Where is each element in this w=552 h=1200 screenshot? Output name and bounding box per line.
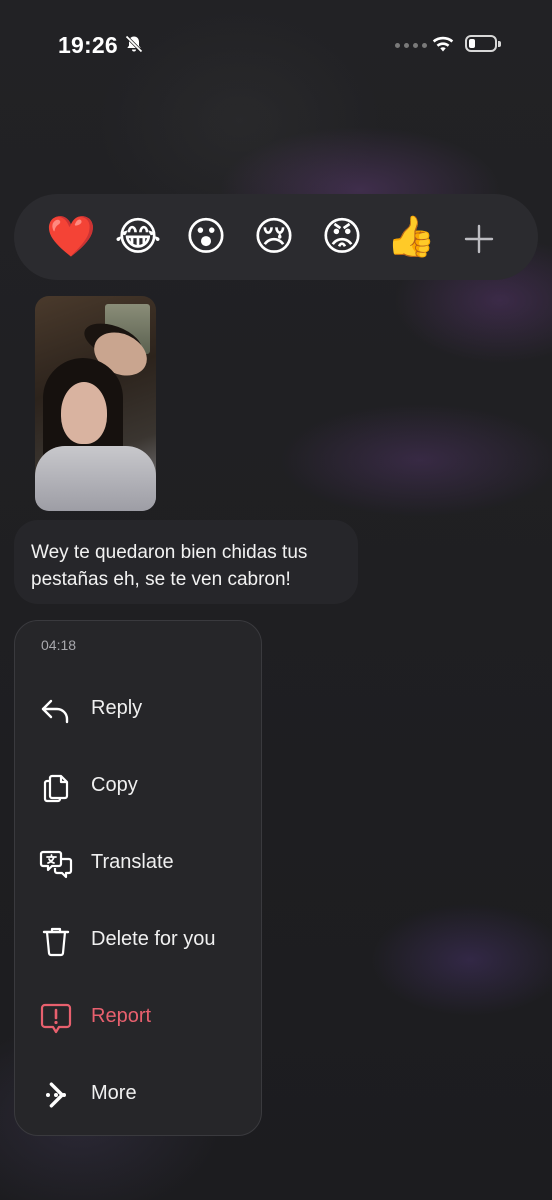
signal-dots-icon <box>395 43 427 48</box>
translate-icon <box>39 850 73 879</box>
report-icon <box>40 1003 72 1034</box>
menu-item-report[interactable]: Report <box>15 987 261 1047</box>
reaction-laugh[interactable]: 😂 <box>114 214 162 260</box>
chevron-right-icon <box>49 1082 64 1108</box>
reply-icon <box>41 699 69 724</box>
menu-item-more[interactable]: More <box>15 1064 261 1124</box>
status-bar: 19:26 <box>0 0 552 90</box>
menu-item-label: Copy <box>91 774 138 796</box>
menu-item-delete[interactable]: Delete for you <box>15 910 261 970</box>
copy-icon <box>43 774 69 803</box>
reaction-wow[interactable]: 😮 <box>182 214 230 260</box>
reaction-cry[interactable]: 😢 <box>250 214 298 260</box>
message-timestamp: 04:18 <box>41 637 77 653</box>
wifi-icon <box>432 36 454 52</box>
menu-item-label: Translate <box>91 851 174 873</box>
menu-item-label: Delete for you <box>91 928 216 950</box>
bell-muted-icon <box>125 35 143 53</box>
reaction-heart[interactable]: ❤️ <box>46 214 96 260</box>
message-text: Wey te quedaron bien chidas tus pestañas… <box>31 542 308 590</box>
message-bubble[interactable]: Wey te quedaron bien chidas tus pestañas… <box>14 520 358 604</box>
menu-item-label: More <box>91 1082 137 1104</box>
battery-icon <box>465 35 501 52</box>
clock: 19:26 <box>58 32 118 58</box>
menu-item-copy[interactable]: Copy <box>15 756 261 816</box>
reaction-angry[interactable]: 😡 <box>318 214 366 260</box>
menu-item-label: Reply <box>91 697 143 719</box>
shared-photo[interactable] <box>35 296 156 511</box>
add-reaction-icon[interactable] <box>462 222 496 256</box>
menu-item-reply[interactable]: Reply <box>15 679 261 739</box>
message-context-menu: 04:18 Reply Copy Translate Delete for yo… <box>14 620 262 1136</box>
menu-item-label: Report <box>91 1005 152 1027</box>
trash-icon <box>42 927 70 957</box>
reaction-thumbs-up[interactable]: 👍 <box>386 214 436 260</box>
menu-item-translate[interactable]: Translate <box>15 833 261 893</box>
